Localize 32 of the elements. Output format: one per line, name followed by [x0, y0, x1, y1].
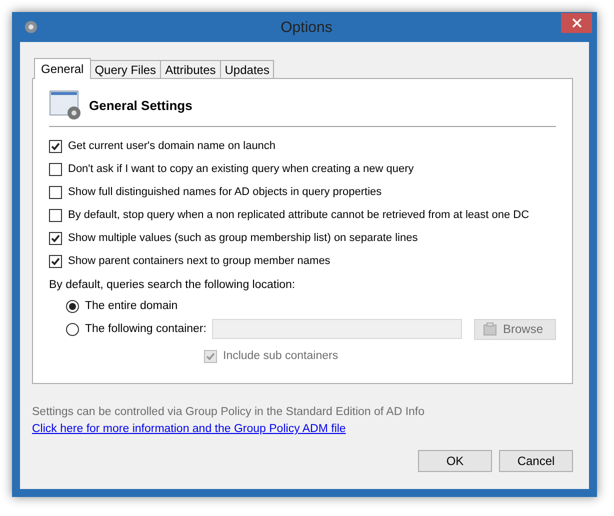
checkbox[interactable] [49, 186, 62, 198]
folder-icon [483, 322, 497, 336]
option-label: Show full distinguished names for AD objects in query properties [68, 186, 382, 198]
location-label: By default, queries search the following location: [49, 279, 296, 291]
option-label: Get current user's domain name on launch [68, 140, 276, 152]
policy-note: Settings can be controlled via Group Policy in the Standard Edition of AD Info [32, 406, 426, 418]
option-label: Show multiple values (such as group membership list) on separate lines [68, 232, 418, 244]
radio-button[interactable] [66, 300, 79, 312]
option-label: By default, stop query when a non replicated attribute cannot be retrieved from at least one DC [68, 209, 530, 221]
option-label: Don't ask if I want to copy an existing query when creating a new query [68, 163, 414, 175]
radio-label: The following container: [85, 323, 206, 335]
checkbox[interactable] [49, 254, 62, 268]
radio-button[interactable] [66, 322, 79, 336]
window-title: Options [280, 18, 334, 36]
section-title: General Settings [89, 98, 192, 112]
tab[interactable]: Query Files [90, 60, 162, 78]
checkbox[interactable] [49, 232, 62, 244]
tab[interactable]: Updates [220, 60, 274, 78]
window-gear-icon [49, 90, 83, 120]
gear-icon [24, 20, 38, 34]
close-icon [572, 18, 582, 28]
dialog-button[interactable]: Cancel [499, 450, 573, 472]
policy-link[interactable]: Click here for more information and the Group Policy ADM file [32, 423, 346, 435]
tab[interactable]: General [34, 58, 91, 79]
option-label: Include sub containers [223, 350, 338, 362]
dialog-button[interactable]: OK [418, 450, 492, 472]
close-button[interactable] [561, 13, 592, 33]
checkbox[interactable] [49, 208, 62, 222]
radio-label: The entire domain [85, 300, 178, 312]
option-label: Show parent containers next to group member names [68, 255, 330, 267]
checkbox[interactable] [49, 162, 62, 176]
checkbox[interactable] [49, 140, 62, 152]
